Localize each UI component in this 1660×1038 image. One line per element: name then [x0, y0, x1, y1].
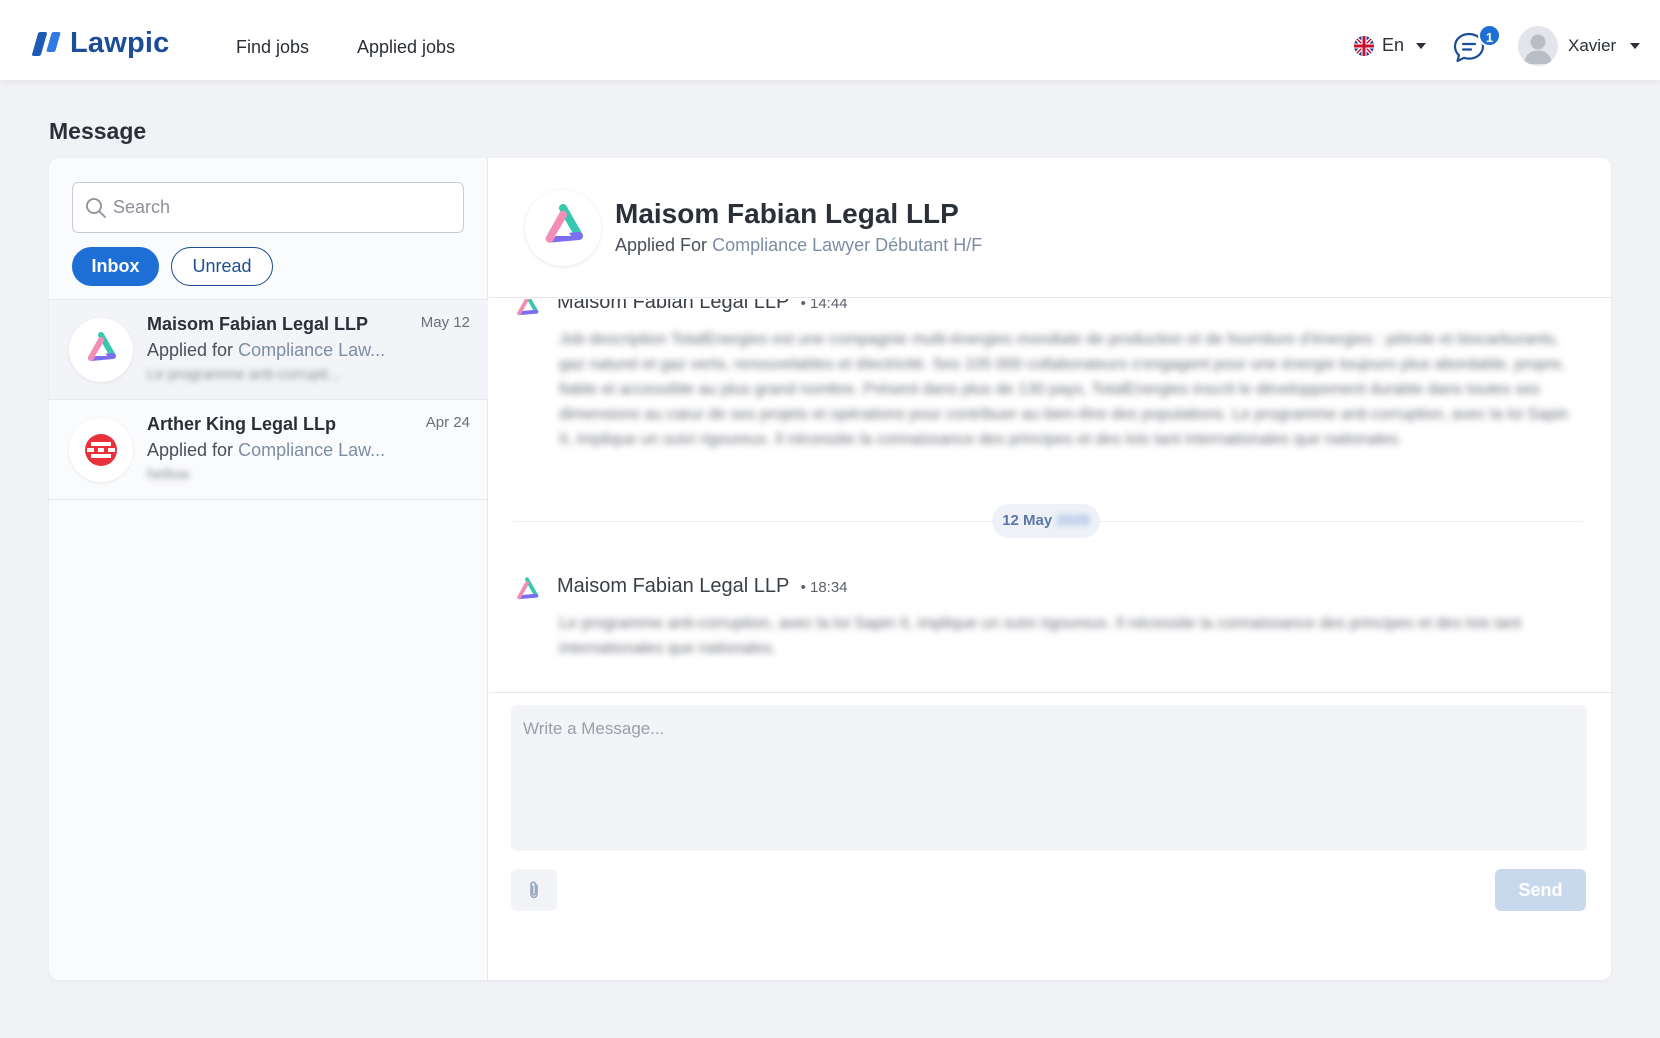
- user-name: Xavier: [1568, 36, 1617, 55]
- filter-inbox[interactable]: Inbox: [72, 247, 159, 286]
- applied-prefix: Applied For: [615, 235, 708, 255]
- notification-badge: 1: [1478, 24, 1501, 47]
- conversation-preview: Le programme anti-corrupti...: [147, 366, 341, 383]
- sender-name: Maisom Fabian Legal LLP: [557, 299, 789, 313]
- send-button[interactable]: Send: [1495, 869, 1586, 911]
- applied-prefix: Applied for: [147, 440, 234, 460]
- message-input[interactable]: [511, 705, 1587, 851]
- conversation-preview: hellow: [147, 466, 190, 483]
- nav-applied-jobs[interactable]: Applied jobs: [357, 37, 455, 58]
- conversation-name: Maisom Fabian Legal LLP: [147, 314, 369, 334]
- company-logo: [525, 190, 601, 266]
- language-selector[interactable]: En: [1354, 35, 1427, 56]
- page-title: Message: [49, 118, 147, 144]
- conversation-item[interactable]: Maisom Fabian Legal LLP May 12 Applied f…: [49, 300, 488, 400]
- filter-unread[interactable]: Unread: [171, 247, 273, 286]
- search-icon: [86, 198, 106, 218]
- top-navbar: Lawpic Find jobs Applied jobs En 1 Xavie…: [0, 0, 1660, 80]
- message-composer: Send: [489, 692, 1611, 980]
- messages-card: Inbox Unread Maisom Fabian Legal LLP May…: [49, 158, 1611, 980]
- maisom-logo-icon: [517, 299, 539, 316]
- date-separator: 12 May 2025: [992, 504, 1100, 538]
- conversation-subtitle: Applied for Compliance Law...: [147, 340, 407, 361]
- date-day: 12 May: [1002, 512, 1053, 529]
- search-input[interactable]: [113, 183, 453, 232]
- company-logo: [69, 418, 133, 482]
- message-sender: Maisom Fabian Legal LLP • 14:44: [557, 299, 848, 314]
- thread-subtitle: Applied For Compliance Lawyer Débutant H…: [615, 235, 982, 256]
- message-sender: Maisom Fabian Legal LLP • 18:34: [557, 575, 848, 598]
- sender-name: Maisom Fabian Legal LLP: [557, 575, 789, 597]
- language-label: En: [1382, 35, 1405, 55]
- conversation-sidebar: Inbox Unread Maisom Fabian Legal LLP May…: [49, 158, 488, 980]
- job-link[interactable]: Compliance Lawyer Débutant H/F: [712, 235, 982, 255]
- logo[interactable]: Lawpic: [31, 27, 170, 60]
- attach-button[interactable]: [511, 869, 557, 911]
- company-logo: [69, 318, 133, 382]
- time-value: 14:44: [809, 299, 848, 312]
- user-menu[interactable]: Xavier: [1518, 26, 1641, 66]
- message-list[interactable]: Maisom Fabian Legal LLP • 14:44 Job desc…: [489, 299, 1611, 691]
- conversation-name: Arther King Legal LLp: [147, 414, 336, 434]
- maisom-logo-icon: [88, 332, 116, 361]
- conversation-date: May 12: [420, 314, 470, 331]
- message-time: • 14:44: [801, 299, 848, 312]
- message-body: Le programme anti-corruption, avec la lo…: [559, 615, 1522, 657]
- chevron-down-icon: [1416, 42, 1427, 49]
- conversation-date: Apr 24: [425, 414, 470, 431]
- conversation-list: Maisom Fabian Legal LLP May 12 Applied f…: [49, 299, 488, 500]
- time-value: 18:34: [809, 579, 848, 596]
- avatar: [1518, 26, 1558, 66]
- arther-king-logo-icon: [85, 434, 117, 466]
- paperclip-icon: [530, 881, 538, 899]
- conversation-subtitle: Applied for Compliance Law...: [147, 440, 407, 461]
- thread-header: Maisom Fabian Legal LLP Applied For Comp…: [489, 158, 1611, 298]
- search-box: [72, 182, 464, 233]
- job-link[interactable]: Compliance Law...: [238, 440, 385, 460]
- nav-find-jobs[interactable]: Find jobs: [236, 37, 309, 58]
- logo-mark-icon: [31, 31, 62, 57]
- applied-prefix: Applied for: [147, 340, 234, 360]
- user-avatar-icon: [1518, 26, 1558, 66]
- thread-pane: Maisom Fabian Legal LLP Applied For Comp…: [489, 158, 1611, 980]
- maisom-logo-icon: [517, 577, 539, 600]
- message-body: Job description TotalEnergies est une co…: [559, 331, 1569, 448]
- maisom-logo-icon: [545, 204, 583, 243]
- thread-company-name: Maisom Fabian Legal LLP: [615, 198, 959, 229]
- chevron-down-icon: [1630, 43, 1641, 49]
- message-time: • 18:34: [800, 579, 848, 596]
- job-link[interactable]: Compliance Law...: [238, 340, 385, 360]
- uk-flag-icon: [1354, 35, 1374, 56]
- logo-text: Lawpic: [70, 27, 170, 59]
- conversation-item[interactable]: Arther King Legal LLp Apr 24 Applied for…: [49, 400, 488, 500]
- date-year: 2025: [1056, 512, 1090, 529]
